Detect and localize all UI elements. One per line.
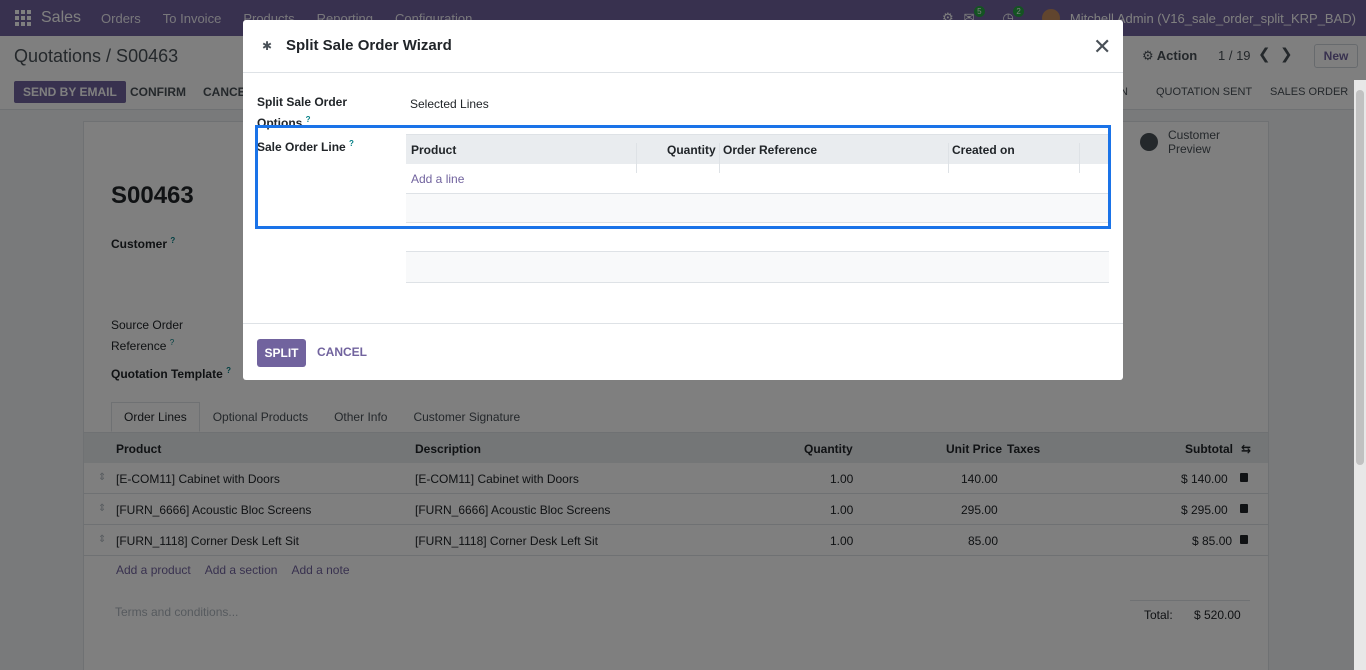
scrollbar-thumb[interactable] [1356, 90, 1364, 465]
split-button[interactable]: SPLIT [257, 339, 306, 367]
dialog-footer: SPLIT CANCEL [243, 323, 1123, 380]
split-options-value[interactable]: Selected Lines [410, 97, 489, 111]
highlight-box [255, 125, 1111, 229]
bug-icon: ✱ [262, 39, 273, 53]
empty-row [406, 252, 1109, 283]
dialog-header: ✱ Split Sale Order Wizard ✕ [243, 20, 1123, 73]
dialog-title: Split Sale Order Wizard [286, 37, 452, 54]
close-icon[interactable]: ✕ [1093, 34, 1111, 60]
cancel-button[interactable]: CANCEL [317, 345, 367, 359]
page-scrollbar[interactable] [1354, 80, 1366, 670]
